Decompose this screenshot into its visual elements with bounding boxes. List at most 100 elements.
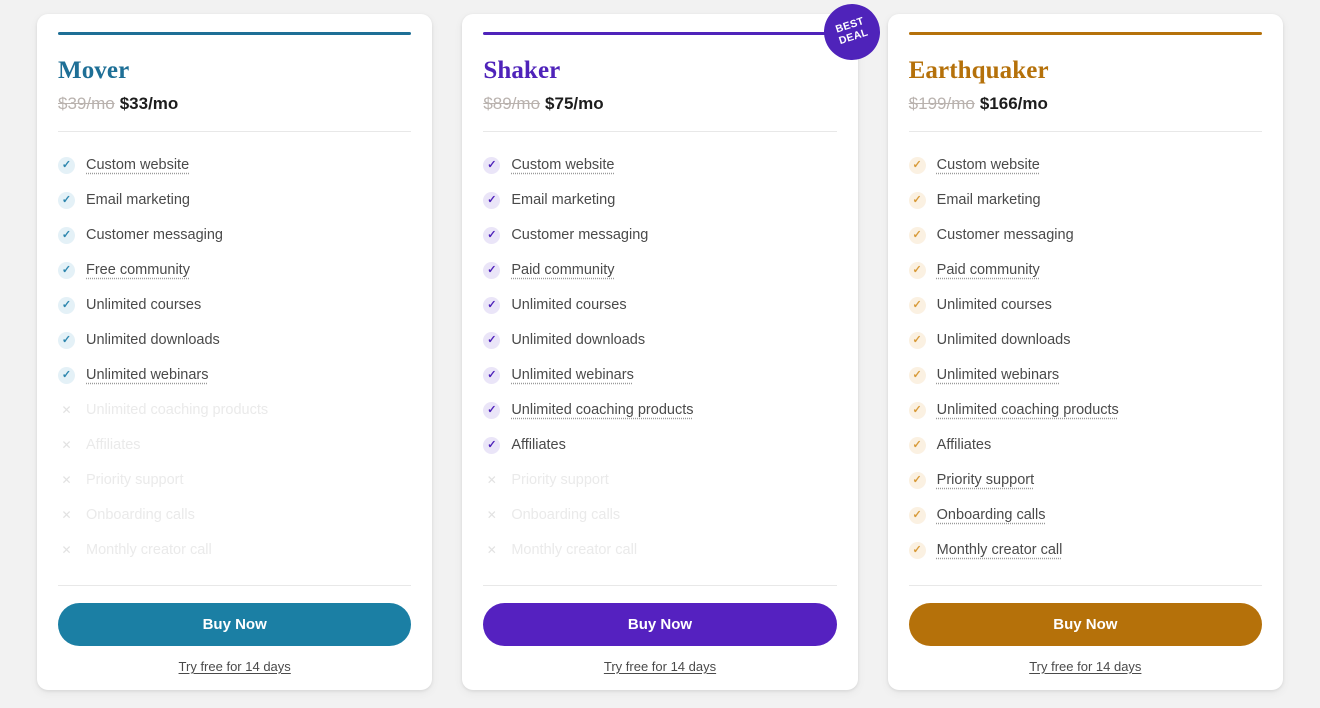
cross-icon: ✕ — [483, 472, 500, 489]
check-icon: ✓ — [58, 332, 75, 349]
feature-item: ✓Customer messaging — [483, 218, 836, 253]
buy-now-button[interactable]: Buy Now — [483, 603, 836, 646]
price-divider — [483, 131, 836, 132]
feature-item[interactable]: ✓ Unlimited webinars — [58, 358, 411, 393]
feature-item[interactable]: ✓ Paid community — [909, 253, 1262, 288]
check-icon: ✓ — [909, 472, 926, 489]
check-icon: ✓ — [909, 332, 926, 349]
feature-item[interactable]: ✓ Paid community — [483, 253, 836, 288]
price-divider — [909, 131, 1262, 132]
plan-price-original: $199/mo — [909, 94, 975, 113]
check-icon: ✓ — [483, 192, 500, 209]
cross-icon: ✕ — [483, 542, 500, 559]
feature-label: Unlimited downloads — [86, 332, 220, 348]
feature-list: ✓ Custom website ✓Email marketing✓Customer… — [909, 148, 1262, 573]
feature-label[interactable]: Monthly creator call — [937, 542, 1063, 558]
card-footer: Buy Now Try free for 14 days — [58, 573, 411, 674]
feature-item: ✓ Unlimited downloads — [909, 323, 1262, 358]
feature-label: Affiliates — [511, 437, 566, 453]
free-trial-link[interactable]: Try free for 14 days — [909, 659, 1262, 674]
feature-label[interactable]: Free community — [86, 262, 190, 278]
cross-icon: ✕ — [483, 507, 500, 524]
check-icon: ✓ — [909, 402, 926, 419]
feature-item: ✕Monthly creator call — [483, 533, 836, 568]
feature-label[interactable]: Unlimited coaching products — [511, 402, 693, 418]
buy-now-button[interactable]: Buy Now — [58, 603, 411, 646]
feature-label[interactable]: Unlimited coaching products — [937, 402, 1119, 418]
feature-item[interactable]: ✓ Custom website — [909, 148, 1262, 183]
feature-item: ✓Unlimited courses — [58, 288, 411, 323]
footer-divider — [483, 585, 836, 586]
check-icon: ✓ — [58, 297, 75, 314]
feature-label[interactable]: Priority support — [937, 472, 1035, 488]
feature-item: ✓ Affiliates — [483, 428, 836, 463]
feature-item: ✓ Unlimited courses — [483, 288, 836, 323]
check-icon: ✓ — [483, 367, 500, 384]
feature-item: ✓Unlimited courses — [909, 288, 1262, 323]
check-icon: ✓ — [483, 437, 500, 454]
footer-divider — [58, 585, 411, 586]
feature-item: ✓Email marketing — [909, 183, 1262, 218]
feature-label[interactable]: Onboarding calls — [937, 507, 1046, 523]
cross-icon: ✕ — [58, 472, 75, 489]
feature-label: Email marketing — [511, 192, 615, 208]
feature-item: ✕ Priority support — [483, 463, 836, 498]
feature-label: Unlimited courses — [937, 297, 1052, 313]
feature-label: Priority support — [86, 472, 184, 488]
feature-item: ✕Monthly creator call — [58, 533, 411, 568]
feature-label[interactable]: Custom website — [86, 157, 189, 173]
plan-name: Earthquaker — [909, 57, 1262, 85]
feature-item[interactable]: ✓ Unlimited coaching products — [909, 393, 1262, 428]
feature-label: Customer messaging — [86, 227, 223, 243]
plan-accent-bar — [58, 32, 411, 35]
check-icon: ✓ — [909, 542, 926, 559]
feature-label: Unlimited courses — [511, 297, 626, 313]
check-icon: ✓ — [909, 262, 926, 279]
feature-item: ✓ Email marketing — [483, 183, 836, 218]
check-icon: ✓ — [483, 297, 500, 314]
buy-now-button[interactable]: Buy Now — [909, 603, 1262, 646]
feature-item[interactable]: ✓Onboarding calls — [909, 498, 1262, 533]
plan-name: Mover — [58, 57, 411, 85]
free-trial-link[interactable]: Try free for 14 days — [58, 659, 411, 674]
feature-item[interactable]: ✓Custom website — [483, 148, 836, 183]
feature-item[interactable]: ✓ Unlimited webinars — [483, 358, 836, 393]
plan-card-mover: Mover$39/mo$33/mo✓Custom website✓Email m… — [37, 14, 432, 690]
check-icon: ✓ — [909, 367, 926, 384]
feature-label: Monthly creator call — [86, 542, 212, 558]
feature-item[interactable]: ✓Custom website — [58, 148, 411, 183]
feature-item: ✕Affiliates — [58, 428, 411, 463]
feature-label[interactable]: Paid community — [937, 262, 1040, 278]
check-icon: ✓ — [483, 402, 500, 419]
feature-label: Affiliates — [937, 437, 992, 453]
check-icon: ✓ — [58, 227, 75, 244]
plan-card-shaker: BESTDEALShaker$89/mo$75/mo✓Custom websit… — [462, 14, 857, 690]
plan-accent-bar — [483, 32, 836, 35]
feature-label[interactable]: Unlimited webinars — [86, 367, 209, 383]
feature-item[interactable]: ✓Free community — [58, 253, 411, 288]
feature-label[interactable]: Custom website — [937, 157, 1040, 173]
check-icon: ✓ — [58, 367, 75, 384]
check-icon: ✓ — [909, 437, 926, 454]
feature-label[interactable]: Unlimited webinars — [511, 367, 634, 383]
plan-price-original: $89/mo — [483, 94, 540, 113]
feature-item[interactable]: ✓ Unlimited coaching products — [483, 393, 836, 428]
feature-label[interactable]: Unlimited webinars — [937, 367, 1060, 383]
feature-item[interactable]: ✓ Unlimited webinars — [909, 358, 1262, 393]
feature-item: ✓Customer messaging — [909, 218, 1262, 253]
feature-item[interactable]: ✓ Priority support — [909, 463, 1262, 498]
feature-label: Priority support — [511, 472, 609, 488]
feature-list: ✓Custom website✓Email marketing✓Customer… — [58, 148, 411, 573]
check-icon: ✓ — [483, 262, 500, 279]
free-trial-link[interactable]: Try free for 14 days — [483, 659, 836, 674]
feature-label[interactable]: Paid community — [511, 262, 614, 278]
feature-label: Unlimited downloads — [937, 332, 1071, 348]
check-icon: ✓ — [909, 157, 926, 174]
plan-price-current: $75/mo — [545, 94, 604, 113]
plan-price-original: $39/mo — [58, 94, 115, 113]
feature-label: Onboarding calls — [511, 507, 620, 523]
cross-icon: ✕ — [58, 402, 75, 419]
check-icon: ✓ — [483, 227, 500, 244]
feature-item[interactable]: ✓ Monthly creator call — [909, 533, 1262, 568]
feature-label[interactable]: Custom website — [511, 157, 614, 173]
